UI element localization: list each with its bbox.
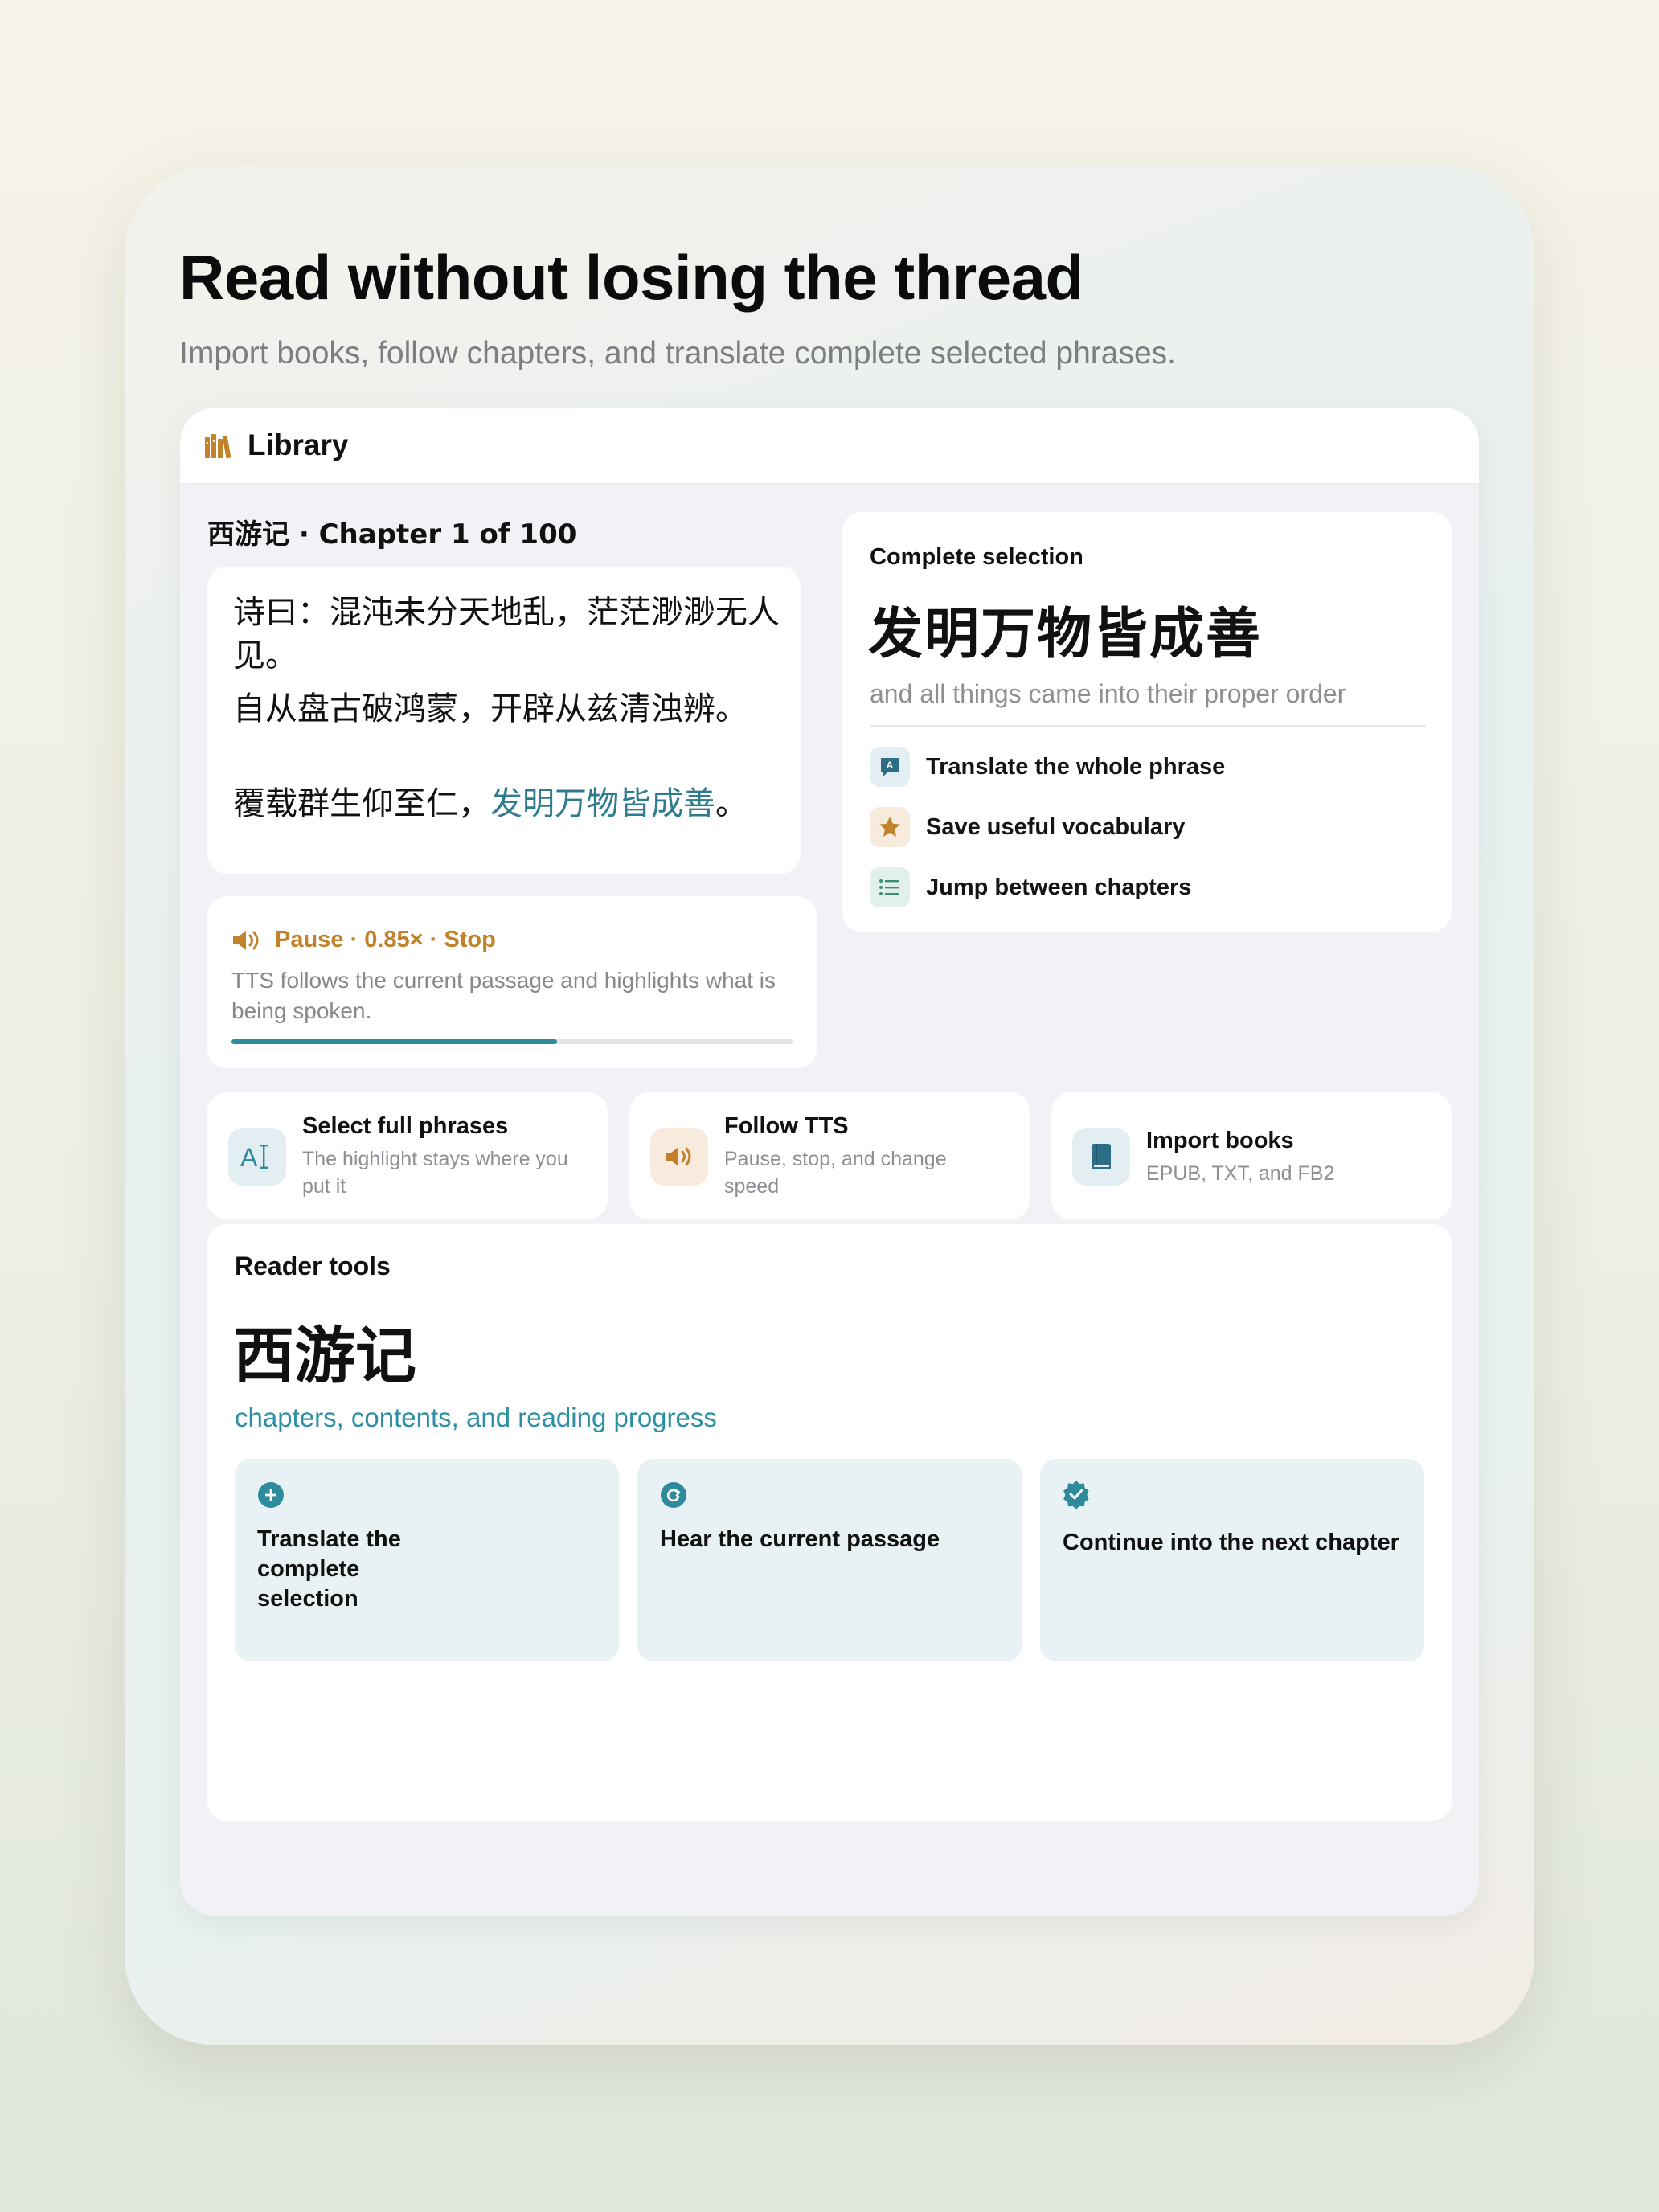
tools-label: Reader tools <box>235 1251 391 1280</box>
tool-tile-label: Continue into the next chapter <box>1063 1530 1399 1555</box>
feature-card-title: Import books <box>1146 1128 1294 1153</box>
feature-save[interactable]: Save useful vocabulary <box>870 807 1185 847</box>
tools-subtitle: chapters, contents, and reading progress <box>235 1403 717 1432</box>
feature-card-title: Follow TTS <box>724 1113 849 1139</box>
translate-icon: A <box>870 747 910 787</box>
tts-card: Pause · 0.85× · Stop TTS follows the cur… <box>207 896 817 1068</box>
tool-tile-continue[interactable]: Continue into the next chapter <box>1040 1459 1424 1661</box>
reading-passage[interactable]: 诗曰：混沌未分天地乱，茫茫渺渺无人见。 自从盘古破鸿蒙，开辟从兹清浊辨。 覆载群… <box>207 567 801 874</box>
navbar-title[interactable]: Library <box>248 428 348 462</box>
feature-card-import[interactable]: Import books EPUB, TXT, and FB2 <box>1051 1092 1452 1219</box>
speaker-icon[interactable] <box>231 929 262 952</box>
svg-text:A: A <box>887 760 894 771</box>
divider <box>870 725 1426 727</box>
selection-translation: and all things came into their proper or… <box>870 679 1346 708</box>
tool-tile-translate[interactable]: Translate the complete selection <box>235 1459 619 1661</box>
navbar: Library <box>180 408 1479 483</box>
subheadline: Import books, follow chapters, and trans… <box>179 336 1176 371</box>
selection-label: Complete selection <box>870 544 1083 570</box>
app-screen: Library 西游记 · Chapter 1 of 100 诗曰：混沌未分天地… <box>180 408 1479 1916</box>
book-title: 西游记 <box>233 1320 416 1391</box>
feature-card-select[interactable]: A Select full phrases The highlight stay… <box>207 1092 608 1219</box>
selected-phrase-highlight[interactable]: 发明万物皆成善 <box>490 785 715 822</box>
selection-phrase: 发明万物皆成善 <box>868 603 1263 666</box>
tool-tile-label: Translate the complete selection <box>257 1526 401 1612</box>
feature-card-desc: The highlight stays where you put it <box>302 1148 568 1198</box>
tool-tile-hear[interactable]: Hear the current passage <box>637 1459 1022 1661</box>
passage-line[interactable]: 自从盘古破鸿蒙，开辟从兹清浊辨。 <box>233 687 780 731</box>
passage-text: 覆载群生仰至仁， <box>233 785 490 822</box>
passage-text: 。 <box>715 785 748 822</box>
feature-label: Save useful vocabulary <box>926 813 1186 840</box>
feature-label: Jump between chapters <box>926 874 1192 900</box>
refresh-circle-icon <box>661 1482 686 1508</box>
feature-label: Translate the whole phrase <box>926 753 1226 780</box>
reader-tools-card: Reader tools 西游记 chapters, contents, and… <box>207 1224 1452 1821</box>
selection-card: Complete selection 发明万物皆成善 and all thing… <box>842 512 1452 932</box>
feature-card-tts[interactable]: Follow TTS Pause, stop, and change speed <box>629 1092 1030 1219</box>
feature-translate[interactable]: A Translate the whole phrase <box>870 747 1225 787</box>
passage-line[interactable]: 诗曰：混沌未分天地乱，茫茫渺渺无人见。 <box>233 591 780 678</box>
speaker-icon <box>650 1128 708 1186</box>
feature-card-desc: EPUB, TXT, and FB2 <box>1146 1162 1335 1185</box>
plus-circle-icon <box>258 1482 284 1508</box>
svg-text:A: A <box>240 1143 258 1171</box>
book-icon <box>1072 1128 1130 1186</box>
passage-line[interactable]: 覆载群生仰至仁，发明万物皆成善。 <box>233 782 780 825</box>
star-icon <box>870 807 910 847</box>
tts-progress-bar[interactable] <box>231 1039 793 1044</box>
books-icon[interactable] <box>204 432 231 458</box>
text-cursor-icon: A <box>228 1128 286 1186</box>
feature-card-desc: Pause, stop, and change speed <box>724 1148 947 1198</box>
verified-badge-icon <box>1063 1480 1089 1509</box>
list-icon <box>870 867 910 907</box>
feature-card-title: Select full phrases <box>302 1113 509 1139</box>
feature-chapters[interactable]: Jump between chapters <box>870 867 1191 907</box>
tool-tile-label: Hear the current passage <box>660 1526 940 1552</box>
chapter-label: 西游记 · Chapter 1 of 100 <box>207 518 577 551</box>
tts-controls[interactable]: Pause · 0.85× · Stop <box>275 927 496 953</box>
headline: Read without losing the thread <box>179 242 1083 313</box>
tts-progress-fill <box>231 1039 557 1044</box>
tts-description: TTS follows the current passage and high… <box>231 968 776 1023</box>
